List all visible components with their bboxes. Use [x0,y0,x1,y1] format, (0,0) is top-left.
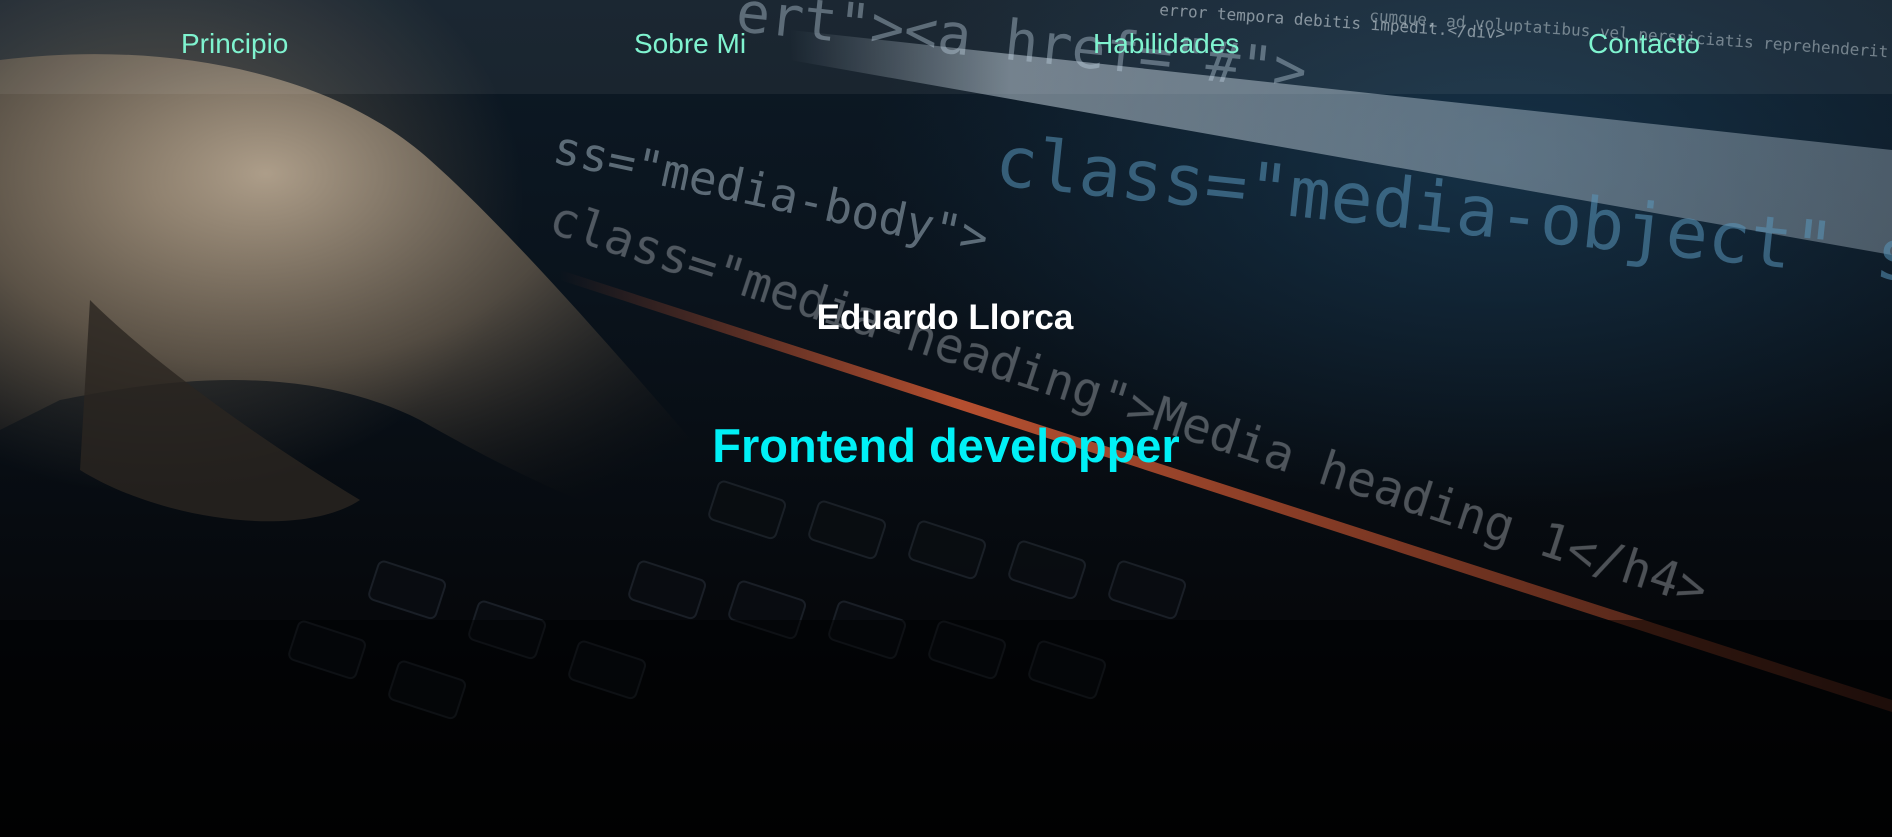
bg-code-line: ss="media-body"> [548,120,994,265]
nav-link-habilidades[interactable]: Habilidades [1093,28,1239,60]
nav-link-sobre-mi[interactable]: Sobre Mi [634,28,746,60]
hero-name: Eduardo Llorca [816,298,1074,337]
bg-code-line: class="media-heading">Media heading 1</h… [542,190,1715,619]
nav-link-contacto[interactable]: Contacto [1588,28,1700,60]
hero-section: class="media-object" src="img/100X125 ss… [0,0,1892,837]
nav-link-principio[interactable]: Principio [181,28,288,60]
hero-role: Frontend developper [712,419,1180,472]
top-navbar: Principio Sobre Mi Habilidades Contacto [0,0,1892,94]
